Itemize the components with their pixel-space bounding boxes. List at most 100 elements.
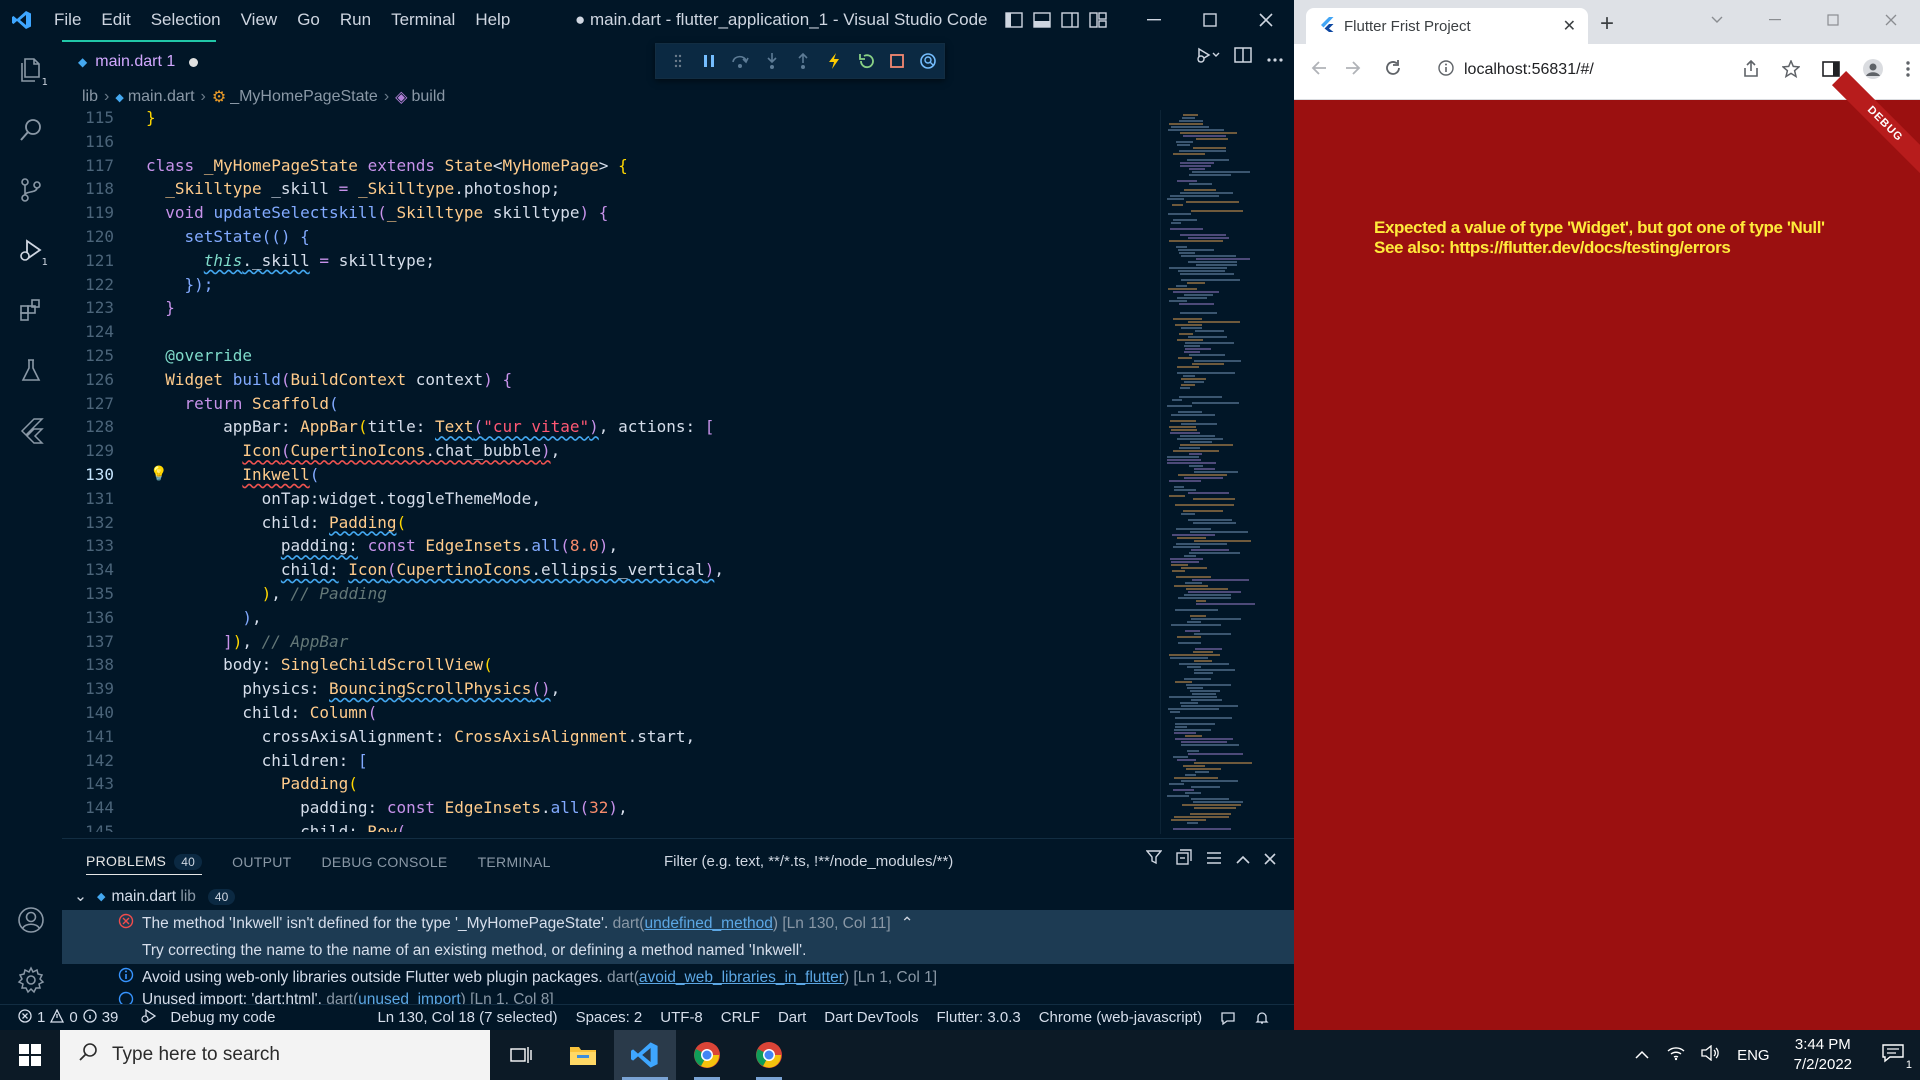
tab-problems[interactable]: PROBLEMS 40 <box>86 849 203 875</box>
share-icon[interactable] <box>1742 59 1760 82</box>
cursor-position[interactable]: Ln 130, Col 18 (7 selected) <box>368 1009 566 1026</box>
maximize-button[interactable] <box>1182 0 1238 40</box>
code-line[interactable]: 138 body: SingleChildScrollView( <box>62 653 1162 677</box>
minimize-button[interactable] <box>1126 0 1182 40</box>
dart-devtools[interactable]: Dart DevTools <box>815 1009 927 1026</box>
chrome-tab[interactable]: Flutter Frist Project ✕ <box>1306 8 1588 44</box>
breadcrumb-method[interactable]: build <box>411 88 445 106</box>
task-view-icon[interactable] <box>490 1030 552 1080</box>
source-control-icon[interactable] <box>0 160 62 220</box>
unsaved-dot-icon[interactable] <box>189 57 199 67</box>
view-as-list-icon[interactable] <box>1206 850 1222 869</box>
taskbar-chrome-icon-2[interactable] <box>738 1030 800 1080</box>
tab-terminal[interactable]: TERMINAL <box>478 854 551 870</box>
breadcrumb-file[interactable]: main.dart <box>128 88 195 106</box>
restart-icon[interactable] <box>850 44 881 78</box>
clock[interactable]: 3:44 PM 7/2/2022 <box>1780 1035 1866 1075</box>
menu-file[interactable]: File <box>44 0 91 40</box>
problem-code-link[interactable]: undefined_method <box>644 915 772 933</box>
menu-terminal[interactable]: Terminal <box>381 0 465 40</box>
chrome-maximize-button[interactable] <box>1804 0 1862 40</box>
explorer-icon[interactable]: 1 <box>0 40 62 100</box>
problems-filter-input[interactable]: Filter (e.g. text, **/*.ts, !**/node_mod… <box>654 849 1154 875</box>
code-line[interactable]: 118 _Skilltype _skill = _Skilltype.photo… <box>62 177 1162 201</box>
tab-search-icon[interactable] <box>1688 0 1746 40</box>
code-line[interactable]: 137 ]), // AppBar <box>62 630 1162 654</box>
lightbulb-icon[interactable]: 💡 <box>150 463 167 487</box>
step-over-icon[interactable] <box>725 44 756 78</box>
show-hidden-icons-icon[interactable] <box>1625 1047 1659 1064</box>
stop-icon[interactable] <box>881 44 912 78</box>
site-info-icon[interactable] <box>1438 59 1454 81</box>
more-actions-icon[interactable] <box>1266 48 1284 67</box>
run-menu-icon[interactable] <box>1196 46 1220 68</box>
network-icon[interactable] <box>1659 1045 1693 1065</box>
code-editor[interactable]: 115} 116 117 class _MyHomePageState extends… <box>62 106 1162 832</box>
problem-row-error[interactable]: The method 'Inkwell' isn't defined for t… <box>62 910 1294 937</box>
menu-view[interactable]: View <box>231 0 288 40</box>
filter-icon[interactable] <box>1145 849 1163 869</box>
problems-status[interactable]: 1 0 39 <box>0 1008 127 1027</box>
windows-start-icon[interactable] <box>0 1030 60 1080</box>
code-line[interactable]: 128 appBar: AppBar(title: Text("cur vita… <box>62 415 1162 439</box>
code-line[interactable]: 124 <box>62 320 1162 344</box>
menu-edit[interactable]: Edit <box>91 0 140 40</box>
code-line[interactable]: 130 Inkwell(💡 <box>62 463 1162 487</box>
menu-run[interactable]: Run <box>330 0 381 40</box>
code-line[interactable]: 121 this._skill = skilltype; <box>62 249 1162 273</box>
code-line[interactable]: 126 Widget build(BuildContext context) { <box>62 368 1162 392</box>
problem-code-link[interactable]: avoid_web_libraries_in_flutter <box>639 969 844 987</box>
indentation[interactable]: Spaces: 2 <box>567 1009 652 1026</box>
target-device[interactable]: Chrome (web-javascript) <box>1030 1009 1211 1026</box>
code-line[interactable]: 141 crossAxisAlignment: CrossAxisAlignme… <box>62 725 1162 749</box>
code-line[interactable]: 120 setState(() { <box>62 225 1162 249</box>
problems-file-row[interactable]: ⌄ ◆ main.dart lib 40 <box>62 883 1294 910</box>
encoding[interactable]: UTF-8 <box>651 1009 712 1026</box>
end-of-line[interactable]: CRLF <box>712 1009 769 1026</box>
minimap[interactable] <box>1160 110 1294 834</box>
chrome-minimize-button[interactable] <box>1746 0 1804 40</box>
code-line[interactable]: 119 void updateSelectskill(_Skilltype sk… <box>62 201 1162 225</box>
code-line[interactable]: 136 ), <box>62 606 1162 630</box>
notifications-bell-icon[interactable] <box>1245 1010 1279 1026</box>
toggle-sidebar-icon[interactable] <box>1000 0 1028 40</box>
pause-icon[interactable] <box>693 44 724 78</box>
code-line[interactable]: 123 } <box>62 296 1162 320</box>
extensions-icon[interactable] <box>0 280 62 340</box>
address-bar[interactable]: localhost:56831/#/ <box>1428 52 1728 88</box>
new-tab-icon[interactable]: + <box>1600 10 1614 38</box>
code-line[interactable]: 115} <box>62 106 1162 130</box>
taskbar-vscode-icon[interactable] <box>614 1030 676 1080</box>
code-line[interactable]: 131 onTap:widget.toggleThemeMode, <box>62 487 1162 511</box>
settings-gear-icon[interactable] <box>0 950 62 1010</box>
search-icon[interactable] <box>0 100 62 160</box>
accounts-icon[interactable] <box>0 890 62 950</box>
menu-selection[interactable]: Selection <box>141 0 231 40</box>
close-tab-icon[interactable]: ✕ <box>1563 16 1576 36</box>
testing-icon[interactable] <box>0 340 62 400</box>
volume-icon[interactable] <box>1693 1044 1727 1065</box>
collapse-all-icon[interactable] <box>1176 849 1192 869</box>
flutter-inspector-icon[interactable] <box>913 44 944 78</box>
file-explorer-icon[interactable] <box>552 1030 614 1080</box>
code-line[interactable]: 142 children: [ <box>62 749 1162 773</box>
customize-layout-icon[interactable] <box>1084 0 1112 40</box>
toggle-panel-icon[interactable] <box>1028 0 1056 40</box>
flutter-version[interactable]: Flutter: 3.0.3 <box>928 1009 1030 1026</box>
breadcrumb-lib[interactable]: lib <box>82 88 98 106</box>
problem-row-info[interactable]: Avoid using web-only libraries outside F… <box>62 964 1294 991</box>
toggle-secondary-sidebar-icon[interactable] <box>1056 0 1084 40</box>
code-line[interactable]: 144 padding: const EdgeInsets.all(32), <box>62 796 1162 820</box>
taskbar-chrome-icon[interactable] <box>676 1030 738 1080</box>
problem-code-link[interactable]: unused_import <box>358 991 461 1005</box>
code-line[interactable]: 125 @override <box>62 344 1162 368</box>
code-line[interactable]: 134 child: Icon(CupertinoIcons.ellipsis_… <box>62 558 1162 582</box>
problem-row-detail[interactable]: Try correcting the name to the name of a… <box>62 937 1294 964</box>
code-line[interactable]: 139 physics: BouncingScrollPhysics(), <box>62 677 1162 701</box>
flutter-icon[interactable] <box>0 400 62 460</box>
feedback-icon[interactable] <box>1211 1010 1245 1026</box>
maximize-panel-icon[interactable] <box>1236 850 1250 869</box>
close-button[interactable] <box>1238 0 1294 40</box>
action-center-icon[interactable]: 1 <box>1866 1043 1920 1071</box>
taskbar-search-box[interactable]: Type here to search <box>60 1030 490 1080</box>
